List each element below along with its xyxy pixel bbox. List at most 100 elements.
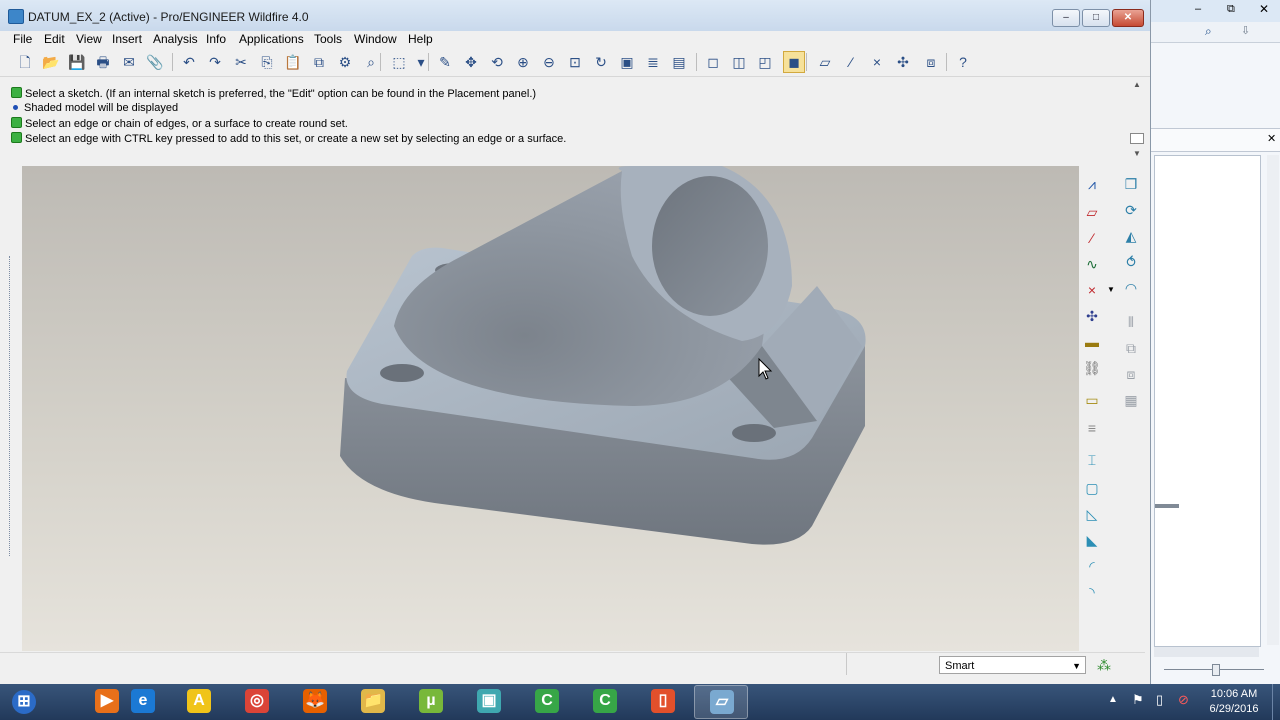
send-mail-icon[interactable]: ✉	[120, 53, 138, 71]
menu-applications[interactable]: Applications	[239, 32, 304, 46]
bg-close-icon[interactable]: ✕	[1259, 2, 1269, 16]
paste-icon[interactable]: 📋	[284, 53, 302, 71]
draft-icon[interactable]: ◣	[1082, 530, 1102, 550]
saved-views-icon[interactable]: ▤	[670, 53, 688, 71]
datum-curve-icon[interactable]: ∿	[1082, 254, 1102, 274]
archicad-icon[interactable]: A	[172, 685, 226, 719]
traffic-light-icon[interactable]: ⁂	[1097, 657, 1111, 674]
datum-axis-icon[interactable]: ⁄	[842, 53, 860, 71]
note-icon[interactable]: ▭	[1082, 390, 1102, 410]
camtasia-recorder-icon[interactable]: C	[578, 685, 632, 719]
refit-icon[interactable]: ⊡	[566, 53, 584, 71]
menu-analysis[interactable]: Analysis	[153, 32, 198, 46]
volume-muted-icon[interactable]: ⊘	[1178, 692, 1189, 708]
shell-icon[interactable]: ▢	[1082, 478, 1102, 498]
maximize-button[interactable]: □	[1082, 9, 1110, 27]
firefox-icon[interactable]: 🦊	[288, 685, 342, 719]
open-file-icon[interactable]: 📂	[42, 53, 60, 71]
select-box-icon[interactable]: ⬚	[390, 53, 408, 71]
mirror-icon[interactable]: ⫴	[1121, 312, 1141, 332]
bg-vertical-scrollbar[interactable]	[1267, 155, 1279, 645]
datum-point-dropdown-icon[interactable]: ▼	[1101, 280, 1121, 300]
menu-insert[interactable]: Insert	[112, 32, 142, 46]
whats-this-icon[interactable]: ?	[954, 53, 972, 71]
model-tree-collapsed-strip[interactable]	[0, 166, 22, 651]
message-expand-icon[interactable]	[1130, 133, 1144, 144]
blend-icon[interactable]: ⥀	[1121, 252, 1141, 272]
bolt-hole-front-right[interactable]	[732, 424, 776, 442]
cut-icon[interactable]: ✂	[232, 53, 250, 71]
shape-icon[interactable]: ◠	[1121, 278, 1141, 298]
close-button[interactable]: ✕	[1112, 9, 1144, 27]
find-icon[interactable]: ⌕	[362, 53, 380, 71]
message-scroll-up-icon[interactable]: ▲	[1133, 80, 1141, 89]
rib-icon[interactable]: ◺	[1082, 504, 1102, 524]
coordinate-system-icon[interactable]: ✣	[894, 53, 912, 71]
bg-zoom-slider[interactable]	[1154, 662, 1274, 676]
datum-axis-icon[interactable]: ⁄	[1082, 228, 1102, 248]
copy-icon[interactable]: ⎘	[258, 53, 276, 71]
round-icon[interactable]: ◜	[1082, 556, 1102, 576]
arrow-down-icon[interactable]: ⇩	[1241, 24, 1250, 37]
bg-minimize-icon[interactable]: –	[1195, 3, 1201, 15]
shading-icon[interactable]: ◼	[783, 51, 805, 73]
layers-icon[interactable]: ≣	[644, 53, 662, 71]
dropdown-arrow-icon[interactable]: ▾	[412, 53, 430, 71]
merge-icon[interactable]: ⧉	[1121, 338, 1141, 358]
redo-icon[interactable]: ↷	[206, 53, 224, 71]
selection-filter-dropdown[interactable]: Smart ▼	[939, 656, 1086, 674]
hidden-line-icon[interactable]: ◫	[730, 53, 748, 71]
print-icon[interactable]: 🖶	[94, 53, 112, 71]
message-scroll-down-icon[interactable]: ▼	[1133, 149, 1141, 158]
new-file-icon[interactable]: 🗋	[16, 53, 34, 71]
wireframe-icon[interactable]: ◻	[704, 53, 722, 71]
menu-info[interactable]: Info	[206, 32, 226, 46]
view-manager-icon[interactable]: ▣	[618, 53, 636, 71]
datum-point-icon[interactable]: ×	[1082, 280, 1102, 300]
chamfer-icon[interactable]: ◝	[1082, 582, 1102, 602]
undo-icon[interactable]: ↶	[180, 53, 198, 71]
bg-horizontal-scrollbar[interactable]	[1154, 647, 1259, 657]
action-center-icon[interactable]: ⚑	[1132, 692, 1144, 708]
camtasia-icon[interactable]: C	[520, 685, 574, 719]
datum-plane-icon[interactable]: ⩘	[1082, 174, 1102, 194]
orient-icon[interactable]: ⟲	[488, 53, 506, 71]
title-bar[interactable]: DATUM_EX_2 (Active) - Pro/ENGINEER Wildf…	[0, 0, 1150, 32]
paste-special-icon[interactable]: ⧉	[310, 53, 328, 71]
network-icon[interactable]: ▯	[1156, 692, 1163, 708]
utorrent-icon[interactable]: µ	[404, 685, 458, 719]
zoom-slider-thumb[interactable]	[1212, 664, 1220, 676]
sketch-icon[interactable]: ▱	[1082, 202, 1102, 222]
no-hidden-icon[interactable]: ◰	[756, 53, 774, 71]
sketch-tool-icon[interactable]: ✎	[436, 53, 454, 71]
datum-plane-icon[interactable]: ▱	[816, 53, 834, 71]
start-button[interactable]: ⊞	[0, 685, 50, 719]
zoom-in-icon[interactable]: ⊕	[514, 53, 532, 71]
menu-edit[interactable]: Edit	[44, 32, 65, 46]
pattern-icon[interactable]: ▦	[1121, 390, 1141, 410]
chrome-icon[interactable]: ◎	[230, 685, 284, 719]
repaint-icon[interactable]: ↻	[592, 53, 610, 71]
menu-file[interactable]: File	[13, 32, 32, 46]
search-icon[interactable]: ⌕	[1205, 24, 1212, 39]
show-desktop-button[interactable]	[1272, 684, 1280, 720]
analysis-icon[interactable]: ▬	[1082, 332, 1102, 352]
background-document-pane[interactable]	[1154, 155, 1261, 647]
regenerate-icon[interactable]: ⚙	[336, 53, 354, 71]
internet-explorer-icon[interactable]: e	[116, 685, 170, 719]
menu-help[interactable]: Help	[408, 32, 433, 46]
bg-restore-icon[interactable]: ⧉	[1227, 3, 1235, 16]
background-title-bar[interactable]: – ⧉ ✕	[1151, 0, 1280, 22]
file-explorer-icon[interactable]: 📁	[346, 685, 400, 719]
menu-window[interactable]: Window	[354, 32, 397, 46]
mail-attach-icon[interactable]: 📎	[146, 53, 164, 71]
sash-handle[interactable]	[9, 256, 13, 556]
extrude-icon[interactable]: ❐	[1121, 174, 1141, 194]
graphics-window[interactable]	[22, 166, 1079, 651]
menu-view[interactable]: View	[76, 32, 102, 46]
zoom-out-icon[interactable]: ⊖	[540, 53, 558, 71]
sweep-icon[interactable]: ◭	[1121, 226, 1141, 246]
style-icon[interactable]: ≡	[1082, 418, 1102, 438]
datum-display-icon[interactable]: ⧈	[922, 53, 940, 71]
boss-bore[interactable]	[652, 176, 768, 316]
